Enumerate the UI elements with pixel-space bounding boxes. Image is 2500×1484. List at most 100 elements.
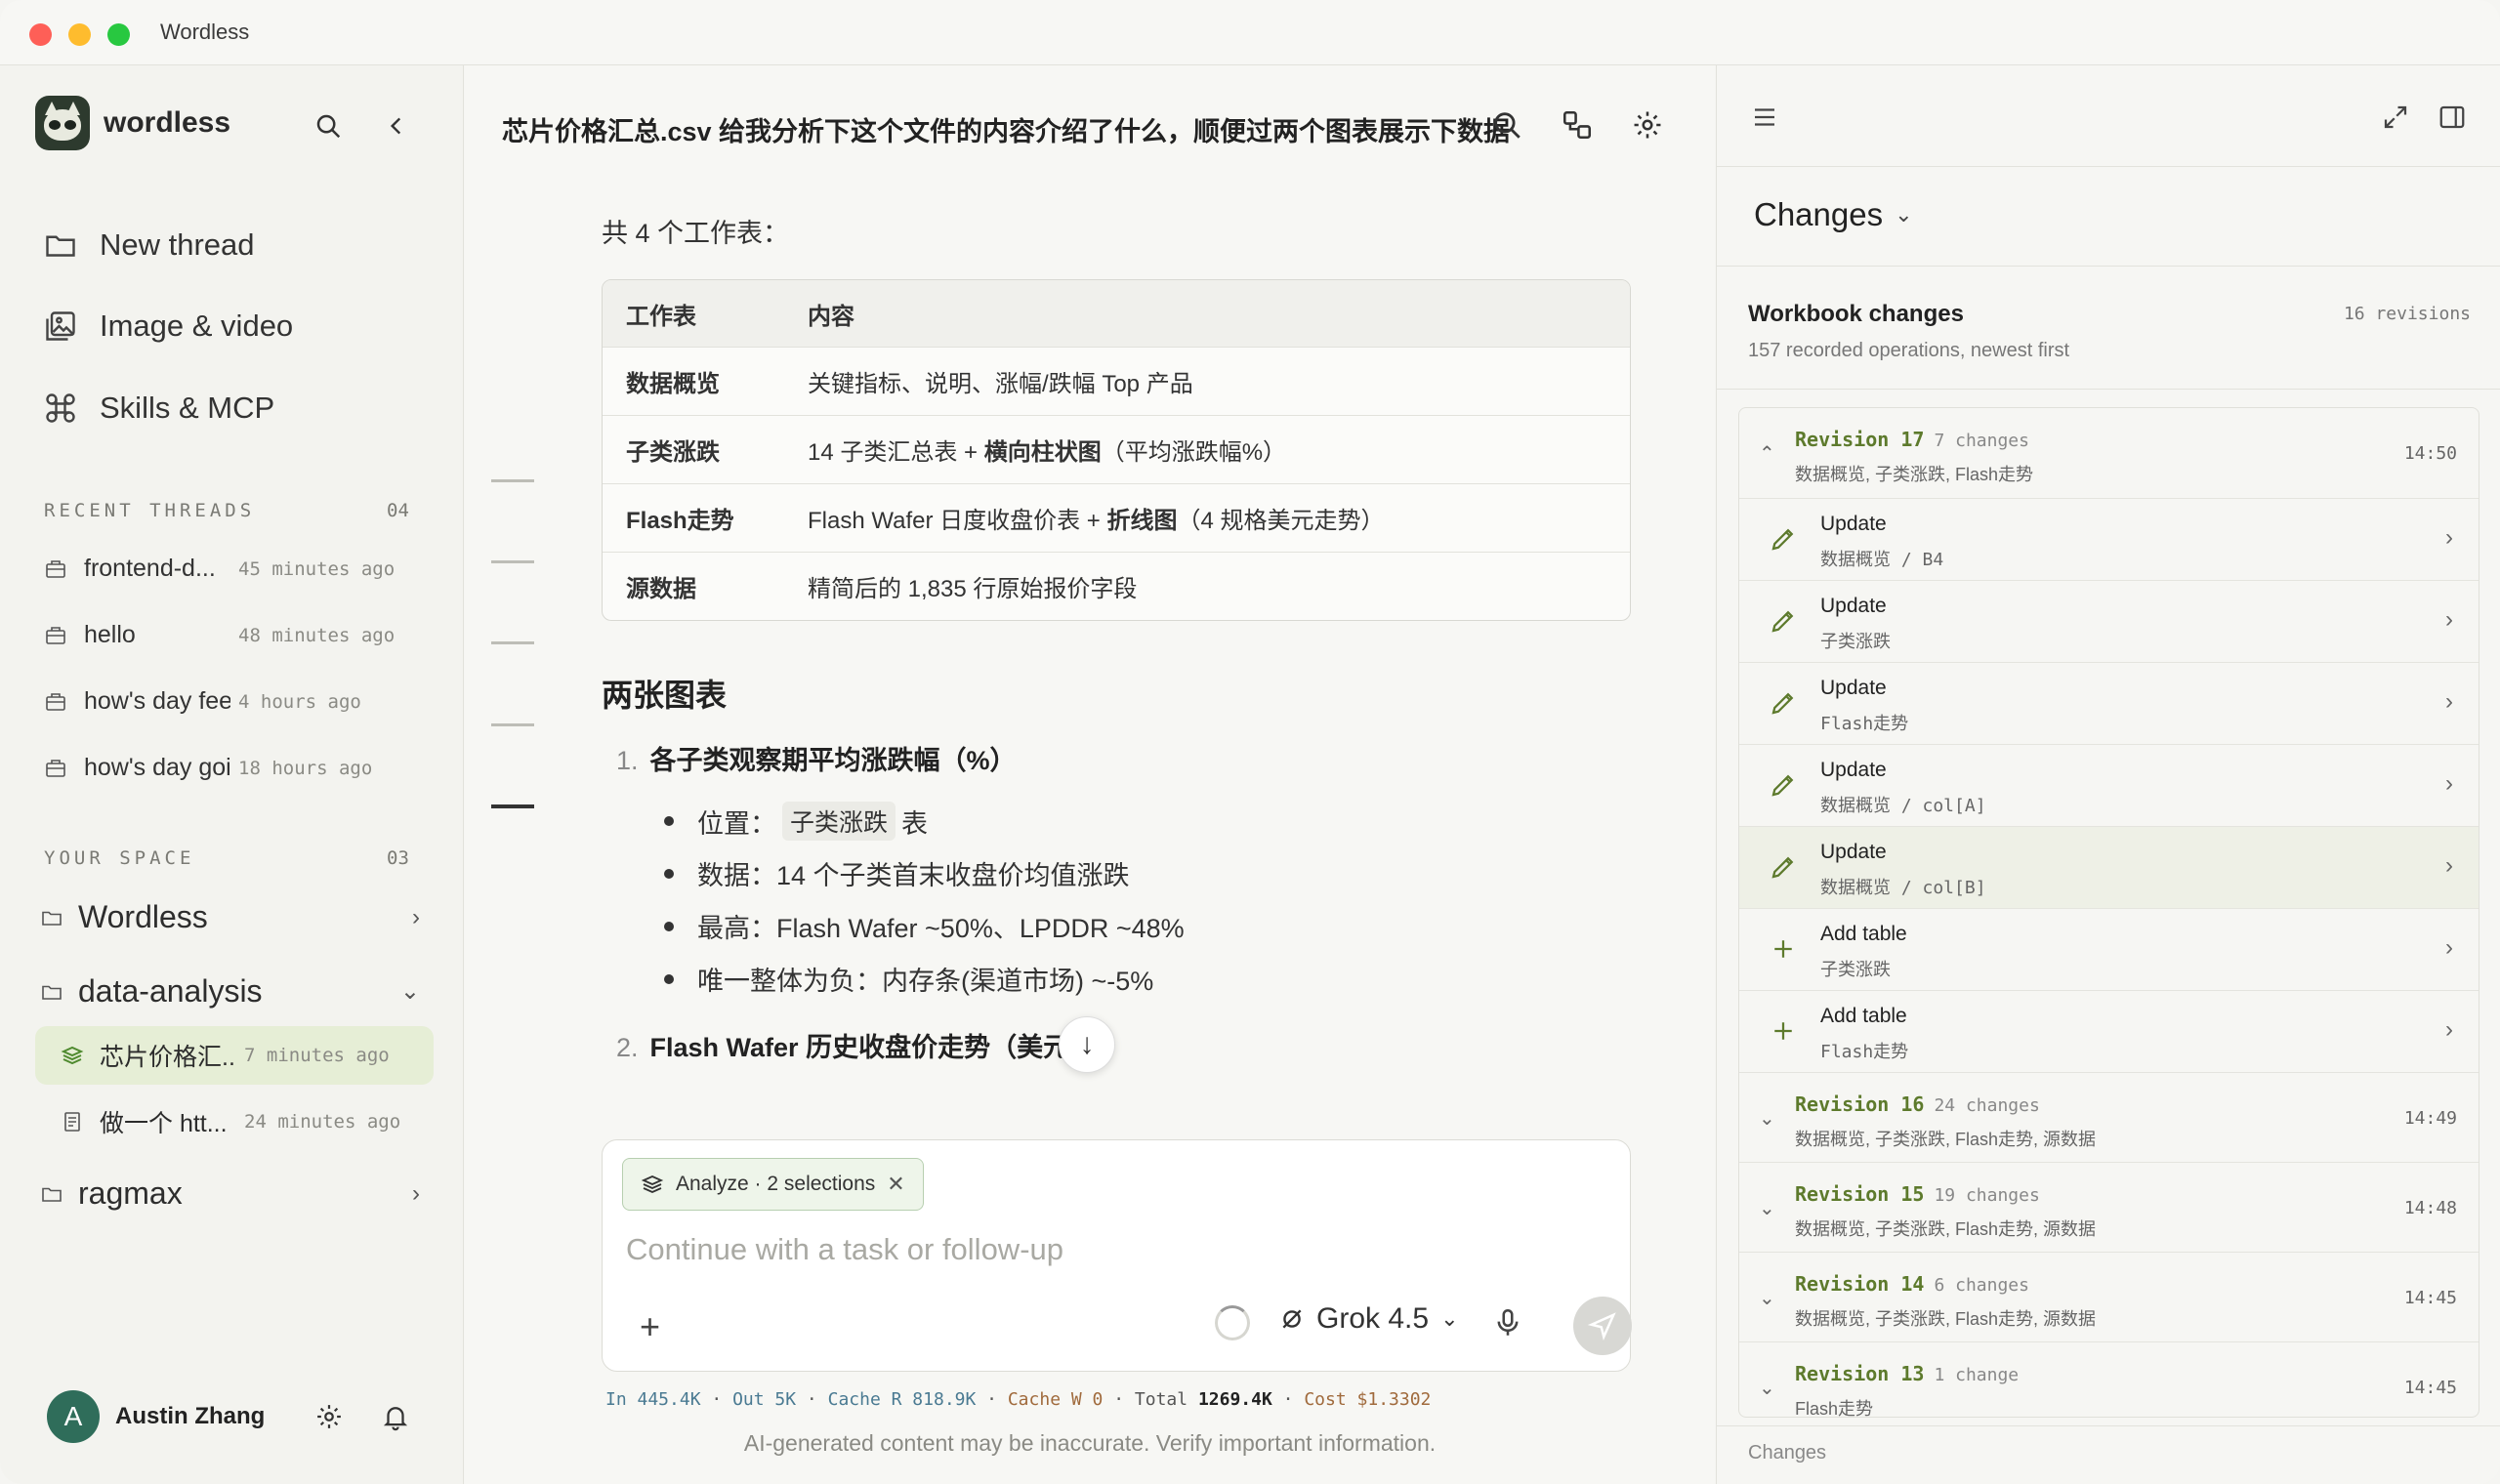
changes-dropdown[interactable]: Changes ⌄: [1754, 196, 1913, 233]
revision-sheets: 数据概览, 子类涨跌, Flash走势, 源数据: [1795, 1130, 2097, 1149]
search-icon[interactable]: [1490, 108, 1523, 142]
thread-title: frontend-d...: [84, 555, 216, 582]
operation-item[interactable]: Update Flash走势 ›: [1739, 662, 2479, 744]
table-row: 数据概览 关键指标、说明、涨幅/跌幅 Top 产品: [603, 347, 1630, 415]
sidebar: wordless New thread Image & video Skills…: [0, 65, 464, 1484]
table-cell: Flash走势: [626, 508, 734, 534]
nav-label: New thread: [100, 227, 255, 262]
minimize-window-button[interactable]: [68, 23, 91, 46]
revision-item[interactable]: ⌄ Revision 16 24 changes 数据概览, 子类涨跌, Flas…: [1739, 1072, 2479, 1162]
model-selector[interactable]: Grok 4.5 ⌄: [1279, 1302, 1459, 1336]
operation-type: Update: [1820, 841, 1887, 863]
revision-item[interactable]: ⌄ Revision 14 6 changes 数据概览, 子类涨跌, Flash…: [1739, 1252, 2479, 1341]
model-name: Grok 4.5: [1316, 1302, 1430, 1335]
folder-name: data-analysis: [78, 973, 263, 1009]
pencil-icon: [1771, 528, 1794, 551]
revision-name: Revision 13: [1795, 1362, 1925, 1385]
arrow-down-icon: ↓: [1079, 1028, 1095, 1060]
close-window-button[interactable]: [29, 23, 52, 46]
chevron-down-icon: ⌄: [1759, 1288, 1775, 1309]
subthread-item[interactable]: 做一个 htt... 24 minutes ago: [35, 1092, 434, 1151]
revision-item[interactable]: ⌃ Revision 17 7 changes 数据概览, 子类涨跌, Flash…: [1739, 408, 2479, 498]
maximize-window-button[interactable]: [107, 23, 130, 46]
close-icon[interactable]: ✕: [887, 1172, 904, 1197]
your-space-heading: YOUR SPACE: [44, 847, 195, 869]
bell-icon[interactable]: [378, 1399, 413, 1434]
branch-icon[interactable]: [1561, 108, 1594, 142]
table-row: Flash走势 Flash Wafer 日度收盘价表 + 折线图（4 规格美元走…: [603, 483, 1630, 552]
panel-toolbar: [1717, 65, 2500, 167]
briefcase-icon: [46, 626, 65, 644]
settings-gear-icon[interactable]: [1631, 108, 1664, 142]
chevron-down-icon: ⌄: [399, 978, 420, 1005]
outline-marker[interactable]: [491, 723, 534, 726]
subthread-time: 7 minutes ago: [244, 1045, 390, 1066]
image-icon: [46, 311, 75, 341]
collapse-sidebar-icon[interactable]: [379, 108, 414, 144]
thread-item[interactable]: how's day goi... 18 hours ago: [43, 754, 424, 782]
message-input[interactable]: Continue with a task or follow-up: [626, 1232, 1063, 1267]
chevron-down-icon: ⌄: [1895, 202, 1913, 227]
your-space-count: 03: [387, 847, 409, 869]
operation-item[interactable]: Update 数据概览 / col[A] ›: [1739, 744, 2479, 826]
operation-item[interactable]: Add table 子类涨跌 ›: [1739, 908, 2479, 990]
revision-time: 14:48: [2403, 1198, 2457, 1218]
folder-name: ragmax: [78, 1175, 183, 1211]
thread-title: hello: [84, 621, 136, 648]
chevron-down-icon: ⌄: [1759, 1108, 1775, 1130]
subthread-active[interactable]: 芯片价格汇... 7 minutes ago: [35, 1026, 434, 1085]
user-profile[interactable]: A Austin Zhang: [47, 1390, 265, 1443]
table-cell: 关键指标、说明、涨幅/跌幅 Top 产品: [808, 371, 1193, 397]
brand[interactable]: wordless: [35, 96, 230, 150]
expand-icon[interactable]: [2381, 103, 2410, 132]
grok-logo-icon: [1282, 1309, 1302, 1329]
revision-item[interactable]: ⌄ Revision 15 19 changes 数据概览, 子类涨跌, Flas…: [1739, 1162, 2479, 1252]
outline-marker-active[interactable]: [491, 804, 534, 808]
operation-item[interactable]: Update 数据概览 / B4 ›: [1739, 498, 2479, 580]
header-cell: 内容: [808, 303, 854, 330]
thread-item[interactable]: how's day feeli... 4 hours ago: [43, 687, 424, 716]
nav-image-video[interactable]: Image & video: [43, 309, 293, 344]
send-button[interactable]: [1573, 1297, 1632, 1355]
pencil-icon: [1771, 774, 1794, 797]
operation-target: Flash走势: [1820, 1042, 1909, 1062]
inline-code: 子类涨跌: [782, 802, 896, 841]
folder-data-analysis[interactable]: data-analysis ⌄: [39, 973, 420, 1010]
folder-ragmax[interactable]: ragmax ›: [39, 1175, 420, 1212]
chevron-down-icon: ⌄: [1759, 1378, 1775, 1399]
revision-sheets: Flash走势: [1795, 1399, 1874, 1418]
operation-item-selected[interactable]: Update 数据概览 / col[B] ›: [1739, 826, 2479, 908]
revision-name: Revision 15: [1795, 1182, 1925, 1206]
folder-wordless[interactable]: Wordless ›: [39, 899, 420, 935]
microphone-icon[interactable]: [1491, 1306, 1524, 1340]
outline-marker[interactable]: [491, 560, 534, 563]
revision-item[interactable]: ⌄ Revision 13 1 change Flash走势 14:45: [1739, 1341, 2479, 1418]
avatar: A: [47, 1390, 100, 1443]
thread-item[interactable]: hello 48 minutes ago: [43, 621, 424, 649]
search-icon[interactable]: [311, 108, 346, 144]
add-attachment-button[interactable]: +: [640, 1306, 660, 1347]
nav-skills-mcp[interactable]: Skills & MCP: [43, 391, 274, 426]
thread-time: 18 hours ago: [238, 757, 373, 779]
settings-gear-icon[interactable]: [312, 1399, 347, 1434]
plus-icon: [1774, 940, 1792, 958]
workbook-changes-subtitle: 157 recorded operations, newest first: [1748, 340, 2070, 361]
scroll-down-button[interactable]: ↓: [1059, 1016, 1115, 1073]
panel-toggle-icon[interactable]: [2438, 103, 2467, 132]
table-cell: 子类涨跌: [626, 439, 720, 466]
operation-item[interactable]: Add table Flash走势 ›: [1739, 990, 2479, 1072]
nav-new-thread[interactable]: New thread: [43, 227, 255, 263]
outline-marker[interactable]: [491, 641, 534, 644]
thread-item[interactable]: frontend-d... 45 minutes ago: [43, 555, 424, 583]
menu-icon[interactable]: [1750, 103, 1779, 132]
revision-sheets: 数据概览, 子类涨跌, Flash走势, 源数据: [1795, 1219, 2097, 1239]
bullet-item: 最高：Flash Wafer ~50%、LPDDR ~48%: [664, 907, 1185, 945]
operation-target: 子类涨跌: [1820, 960, 1891, 980]
folder-icon: [42, 985, 62, 1000]
operation-item[interactable]: Update 子类涨跌 ›: [1739, 580, 2479, 662]
selection-chip[interactable]: Analyze · 2 selections ✕: [622, 1158, 924, 1211]
briefcase-icon: [46, 692, 65, 711]
revision-name: Revision 14: [1795, 1272, 1925, 1296]
chevron-right-icon: ›: [2445, 852, 2453, 879]
outline-marker[interactable]: [491, 479, 534, 482]
